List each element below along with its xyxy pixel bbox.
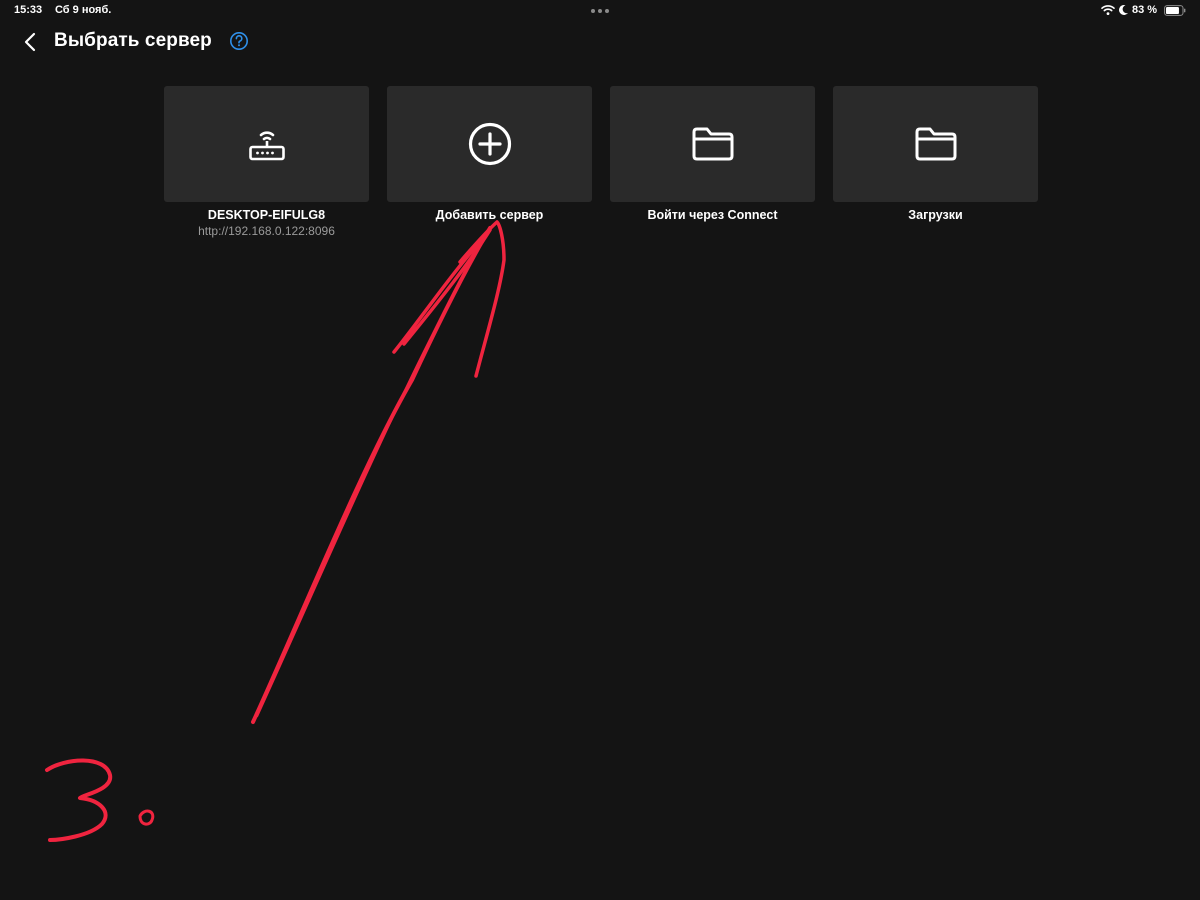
annotation-arrowhead-left xyxy=(392,228,492,354)
router-icon xyxy=(248,131,285,161)
plus-circle-icon xyxy=(468,122,511,166)
annotation-number-3 xyxy=(45,758,113,842)
annotation-dot xyxy=(138,809,155,826)
server-card[interactable] xyxy=(164,86,369,202)
battery-icon xyxy=(1164,5,1186,16)
downloads-label: Загрузки xyxy=(908,208,963,222)
question-circle-icon xyxy=(230,32,248,50)
status-date: Сб 9 нояб. xyxy=(55,4,112,16)
downloads-card[interactable] xyxy=(833,86,1038,202)
connect-login-tile[interactable]: Войти через Connect xyxy=(610,86,815,246)
add-server-tile[interactable]: Добавить сервер xyxy=(387,86,592,246)
folder-icon xyxy=(915,127,956,161)
status-time: 15:33 xyxy=(14,4,43,16)
back-button[interactable] xyxy=(16,28,44,56)
add-server-label: Добавить сервер xyxy=(435,208,544,222)
server-tile[interactable]: DESKTOP-EIFULG8 http://192.168.0.122:809… xyxy=(164,86,369,246)
connect-login-label: Войти через Connect xyxy=(647,208,778,222)
chevron-left-icon xyxy=(24,32,36,52)
moon-icon xyxy=(1119,4,1128,15)
status-bar: 15:33 Сб 9 нояб. 83 % xyxy=(0,0,1200,22)
server-address: http://192.168.0.122:8096 xyxy=(198,224,335,238)
help-button[interactable] xyxy=(229,31,249,51)
server-select-screen: 15:33 Сб 9 нояб. 83 % Выбрать сервер DES… xyxy=(0,0,1200,900)
annotation-arrow-shaft-2 xyxy=(255,234,488,718)
wifi-icon xyxy=(1101,5,1115,16)
server-name: DESKTOP-EIFULG8 xyxy=(207,208,326,222)
annotation-arrow-shaft xyxy=(251,226,492,724)
connect-login-card[interactable] xyxy=(610,86,815,202)
multitasking-dots-icon[interactable] xyxy=(589,3,611,17)
battery-percent: 83 % xyxy=(1132,4,1158,16)
add-server-card[interactable] xyxy=(387,86,592,202)
page-title: Выбрать сервер xyxy=(54,30,212,51)
folder-icon xyxy=(692,127,733,161)
downloads-tile[interactable]: Загрузки xyxy=(833,86,1038,246)
